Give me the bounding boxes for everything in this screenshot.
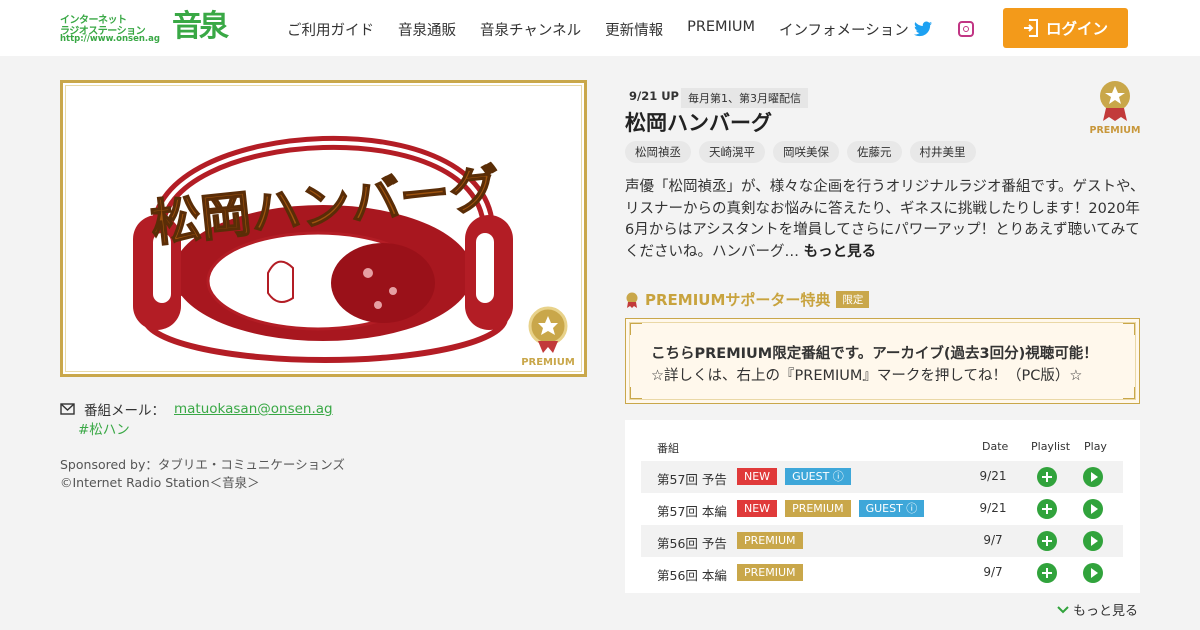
schedule-badge: 毎月第1、第3月曜配信 bbox=[681, 88, 808, 108]
premium-badge-tag: PREMIUM bbox=[737, 564, 803, 581]
premium-medal-icon bbox=[1100, 81, 1130, 121]
episode-title: 第56回 予告 bbox=[657, 536, 727, 551]
episode-row[interactable]: 第57回 予告 NEW GUEST ⓘ 9/21 bbox=[641, 461, 1123, 493]
column-header-playlist: Playlist bbox=[1031, 440, 1071, 453]
episode-row[interactable]: 第57回 本編 NEW PREMIUM GUEST ⓘ 9/21 bbox=[641, 493, 1123, 525]
episode-title: 第56回 本編 bbox=[657, 568, 727, 583]
add-to-playlist-button[interactable] bbox=[1037, 499, 1057, 519]
episodes-more-link[interactable]: もっと見る bbox=[1057, 600, 1138, 619]
mail-icon bbox=[60, 403, 75, 415]
login-button[interactable]: ログイン bbox=[1003, 8, 1128, 48]
login-label: ログイン bbox=[1045, 20, 1108, 38]
episode-table: 番組 Date Playlist Play 第57回 予告 NEW GUEST … bbox=[625, 420, 1140, 593]
logo-url: http://www.onsen.ag bbox=[60, 34, 160, 44]
guest-badge[interactable]: GUEST ⓘ bbox=[785, 468, 851, 485]
add-to-playlist-button[interactable] bbox=[1037, 531, 1057, 551]
premium-badge-tag: PREMIUM bbox=[785, 500, 851, 517]
logo-wordmark: 音泉 bbox=[172, 9, 229, 44]
nav-channel[interactable]: 音泉チャンネル bbox=[480, 19, 581, 40]
frame-corner bbox=[1123, 387, 1135, 399]
site-logo[interactable]: インターネット ラジオステーション http://www.onsen.ag 音泉 bbox=[60, 9, 229, 45]
cast-tag[interactable]: 岡咲美保 bbox=[773, 141, 839, 163]
nav-information[interactable]: インフォメーション bbox=[779, 19, 909, 40]
new-badge: NEW bbox=[737, 500, 778, 517]
premium-badge-tag: PREMIUM bbox=[737, 532, 803, 549]
premium-badge[interactable]: PREMIUM bbox=[1089, 80, 1141, 138]
read-more-link[interactable]: もっと見る bbox=[804, 244, 877, 260]
episode-date: 9/21 bbox=[979, 501, 1007, 515]
play-button[interactable] bbox=[1083, 499, 1103, 519]
add-to-playlist-button[interactable] bbox=[1037, 563, 1057, 583]
column-header-play: Play bbox=[1084, 440, 1107, 453]
column-header-episode: 番組 bbox=[657, 442, 679, 455]
sponsor-text: Sponsored by：タブリエ・コミュニケーションズ bbox=[60, 457, 345, 472]
instagram-icon[interactable] bbox=[958, 21, 974, 37]
copyright-text: ©Internet Radio Station＜音泉＞ bbox=[60, 475, 260, 490]
mail-label: 番組メール： bbox=[84, 403, 165, 419]
cast-tag[interactable]: 松岡禎丞 bbox=[625, 141, 691, 163]
chevron-down-icon bbox=[1057, 605, 1069, 613]
premium-supporter-heading: PREMIUMサポーター特典 限定 bbox=[625, 289, 870, 310]
episode-date: 9/7 bbox=[983, 533, 1003, 547]
hashtag-link[interactable]: #松ハン bbox=[78, 418, 130, 438]
premium-notice-line1: こちらPREMIUM限定番組です。アーカイブ(過去3回分)視聴可能！ bbox=[651, 346, 1098, 362]
premium-medal-icon bbox=[626, 292, 638, 308]
cast-list: 松岡禎丞 天崎滉平 岡咲美保 佐藤元 村井美里 bbox=[625, 141, 976, 163]
episode-tags: PREMIUM bbox=[737, 532, 803, 549]
hamburger-headphones-illustration: 松岡ハンバーグ PREMIUM bbox=[133, 135, 575, 368]
episodes-more-label: もっと見る bbox=[1073, 604, 1139, 619]
add-to-playlist-button[interactable] bbox=[1037, 467, 1057, 487]
guest-badge[interactable]: GUEST ⓘ bbox=[858, 500, 925, 517]
description-text: 声優「松岡禎丞」が、様々な企画を行うオリジナルラジオ番組です。ゲストや、リスナー… bbox=[625, 179, 1145, 260]
program-artwork: 松岡ハンバーグ PREMIUM bbox=[60, 80, 587, 377]
art-premium-badge: PREMIUM bbox=[521, 306, 575, 368]
limited-badge: 限定 bbox=[836, 291, 870, 308]
premium-badge-label: PREMIUM bbox=[1089, 125, 1141, 136]
premium-notice-box: こちらPREMIUM限定番組です。アーカイブ(過去3回分)視聴可能！ ☆詳しくは… bbox=[625, 318, 1140, 404]
svg-text:PREMIUM: PREMIUM bbox=[521, 357, 575, 368]
premium-notice-line2: ☆詳しくは、右上の『PREMIUM』マークを押してね！（PC版）☆ bbox=[651, 368, 1083, 384]
nav-premium[interactable]: PREMIUM bbox=[687, 19, 755, 40]
cast-tag[interactable]: 天崎滉平 bbox=[699, 141, 765, 163]
main-nav: ご利用ガイド 音泉通販 音泉チャンネル 更新情報 PREMIUM インフォメーシ… bbox=[287, 19, 933, 40]
episode-row[interactable]: 第56回 予告 PREMIUM 9/7 bbox=[641, 525, 1123, 557]
episode-date: 9/7 bbox=[983, 565, 1003, 579]
cast-tag[interactable]: 佐藤元 bbox=[847, 141, 902, 163]
nav-guide[interactable]: ご利用ガイド bbox=[287, 19, 374, 40]
program-description: 声優「松岡禎丞」が、様々な企画を行うオリジナルラジオ番組です。ゲストや、リスナー… bbox=[625, 177, 1145, 263]
frame-corner bbox=[1123, 323, 1135, 335]
program-mail-row: 番組メール： matuokasan@onsen.ag bbox=[60, 399, 333, 419]
nav-updates[interactable]: 更新情報 bbox=[605, 19, 663, 40]
column-header-date: Date bbox=[982, 440, 1009, 453]
login-icon bbox=[1023, 19, 1038, 37]
episode-title: 第57回 予告 bbox=[657, 472, 727, 487]
site-header: インターネット ラジオステーション http://www.onsen.ag 音泉… bbox=[0, 0, 1200, 56]
premium-supporter-title: PREMIUMサポーター特典 bbox=[645, 291, 831, 309]
episode-date: 9/21 bbox=[979, 469, 1007, 483]
play-button[interactable] bbox=[1083, 531, 1103, 551]
program-title: 松岡ハンバーグ bbox=[625, 111, 772, 135]
new-badge: NEW bbox=[737, 468, 778, 485]
mail-link[interactable]: matuokasan@onsen.ag bbox=[174, 401, 333, 417]
episode-tags: NEW PREMIUM GUEST ⓘ bbox=[737, 500, 925, 517]
sponsor-info: Sponsored by：タブリエ・コミュニケーションズ ©Internet R… bbox=[60, 456, 345, 492]
twitter-icon[interactable] bbox=[914, 21, 932, 37]
episode-title: 第57回 本編 bbox=[657, 504, 727, 519]
frame-corner bbox=[630, 387, 642, 399]
update-date: 9/21 UP bbox=[629, 89, 679, 103]
episode-tags: PREMIUM bbox=[737, 564, 803, 581]
frame-corner bbox=[630, 323, 642, 335]
episode-tags: NEW GUEST ⓘ bbox=[737, 468, 851, 485]
play-button[interactable] bbox=[1083, 563, 1103, 583]
cast-tag[interactable]: 村井美里 bbox=[909, 141, 976, 163]
nav-shop[interactable]: 音泉通販 bbox=[398, 19, 456, 40]
play-button[interactable] bbox=[1083, 467, 1103, 487]
episode-row[interactable]: 第56回 本編 PREMIUM 9/7 bbox=[641, 557, 1123, 589]
